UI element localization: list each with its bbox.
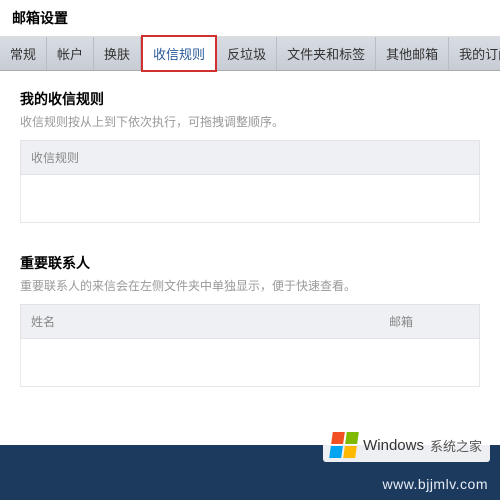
watermark-url: www.bjjmlv.com xyxy=(382,476,488,492)
content-area: 我的收信规则 收信规则按从上到下依次执行，可拖拽调整顺序。 收信规则 重要联系人… xyxy=(0,71,500,435)
contacts-col-name: 姓名 xyxy=(31,313,389,330)
tab-general[interactable]: 常规 xyxy=(0,37,47,70)
section-contacts: 重要联系人 重要联系人的来信会在左侧文件夹中单独显示，便于快速查看。 姓名 邮箱 xyxy=(20,253,480,387)
tab-other-mailboxes[interactable]: 其他邮箱 xyxy=(376,37,449,70)
watermark: Windows 系统之家 xyxy=(323,428,490,462)
tab-skin[interactable]: 换肤 xyxy=(94,37,141,70)
section-rules-desc: 收信规则按从上到下依次执行，可拖拽调整顺序。 xyxy=(20,113,480,130)
window-title: 邮箱设置 xyxy=(0,0,500,37)
contacts-col-email: 邮箱 xyxy=(389,313,469,330)
tab-receive-rules[interactable]: 收信规则 xyxy=(141,35,217,72)
tab-folders-tags[interactable]: 文件夹和标签 xyxy=(277,37,376,70)
tab-bar: 常规 帐户 换肤 收信规则 反垃圾 文件夹和标签 其他邮箱 我的订阅 信纸 体验… xyxy=(0,37,500,71)
windows-icon xyxy=(329,432,359,458)
rules-table-body[interactable] xyxy=(20,175,480,223)
watermark-brand: Windows xyxy=(363,437,424,454)
contacts-table-body[interactable] xyxy=(20,339,480,387)
watermark-suffix: 系统之家 xyxy=(430,436,482,455)
tab-antispam[interactable]: 反垃圾 xyxy=(217,37,277,70)
tab-subscriptions[interactable]: 我的订阅 xyxy=(449,37,500,70)
section-contacts-title: 重要联系人 xyxy=(20,253,480,273)
section-contacts-desc: 重要联系人的来信会在左侧文件夹中单独显示，便于快速查看。 xyxy=(20,277,480,294)
section-rules: 我的收信规则 收信规则按从上到下依次执行，可拖拽调整顺序。 收信规则 xyxy=(20,89,480,223)
tab-account[interactable]: 帐户 xyxy=(47,37,94,70)
section-rules-title: 我的收信规则 xyxy=(20,89,480,109)
contacts-table-header: 姓名 邮箱 xyxy=(20,304,480,339)
rules-header-label: 收信规则 xyxy=(31,149,469,166)
rules-table-header: 收信规则 xyxy=(20,140,480,175)
